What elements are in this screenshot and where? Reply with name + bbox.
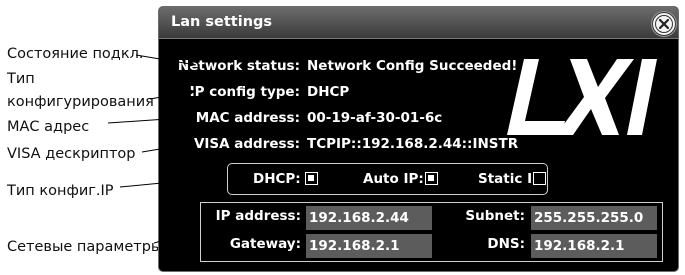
- visa-address-label: VISA address:: [193, 136, 300, 152]
- close-button[interactable]: [652, 12, 676, 36]
- annotation-config-type-line2: конфигурирования: [7, 94, 154, 110]
- ip-address-field[interactable]: 192.168.2.44: [306, 206, 432, 230]
- dhcp-checkbox[interactable]: [305, 172, 318, 185]
- subnet-label: Subnet:: [465, 208, 525, 224]
- mac-address-value: 00-19-af-30-01-6c: [307, 110, 443, 126]
- network-status-value: Network Config Succeeded!: [307, 58, 518, 74]
- annotation-visa-descriptor: VISA дескриптор: [7, 146, 136, 162]
- gateway-field[interactable]: 192.168.2.1: [306, 234, 432, 258]
- static-ip-checkbox[interactable]: [533, 172, 546, 185]
- ip-type-group: DHCP: Auto IP: Static IP:: [227, 163, 548, 195]
- annotation-ip-config-type: Тип конфиг.IP: [7, 183, 114, 199]
- auto-ip-checkbox[interactable]: [425, 172, 438, 185]
- dialog-title-bar: Lan settings: [159, 7, 678, 39]
- annotation-network-params: Сетевые параметры: [7, 239, 163, 255]
- lxi-logo: [507, 59, 657, 135]
- lan-settings-dialog: Lan settings Network status: Network Con…: [158, 6, 679, 272]
- dialog-title: Lan settings: [171, 14, 273, 30]
- annotation-connection-status: Состояние подкл.: [7, 46, 144, 62]
- subnet-field[interactable]: 255.255.255.0: [531, 206, 657, 230]
- annotation-config-type-line1: Тип: [7, 71, 35, 87]
- visa-address-value: TCPIP::192.168.2.44::INSTR: [307, 136, 519, 152]
- dns-field[interactable]: 192.168.2.1: [531, 234, 657, 258]
- gateway-label: Gateway:: [229, 236, 301, 252]
- ip-address-label: IP address:: [215, 208, 301, 224]
- dns-label: DNS:: [487, 236, 525, 252]
- auto-ip-label: Auto IP:: [363, 171, 424, 187]
- ip-config-type-label: IP config type:: [189, 84, 300, 100]
- close-icon: [655, 15, 673, 33]
- ip-config-type-value: DHCP: [307, 84, 350, 100]
- mac-address-label: MAC address:: [195, 110, 300, 126]
- annotation-mac-address: МАС адрес: [7, 119, 90, 135]
- network-params-group: IP address: 192.168.2.44 Subnet: 255.255…: [200, 202, 663, 262]
- dhcp-label: DHCP:: [253, 171, 301, 187]
- network-status-label: Network status:: [177, 58, 300, 74]
